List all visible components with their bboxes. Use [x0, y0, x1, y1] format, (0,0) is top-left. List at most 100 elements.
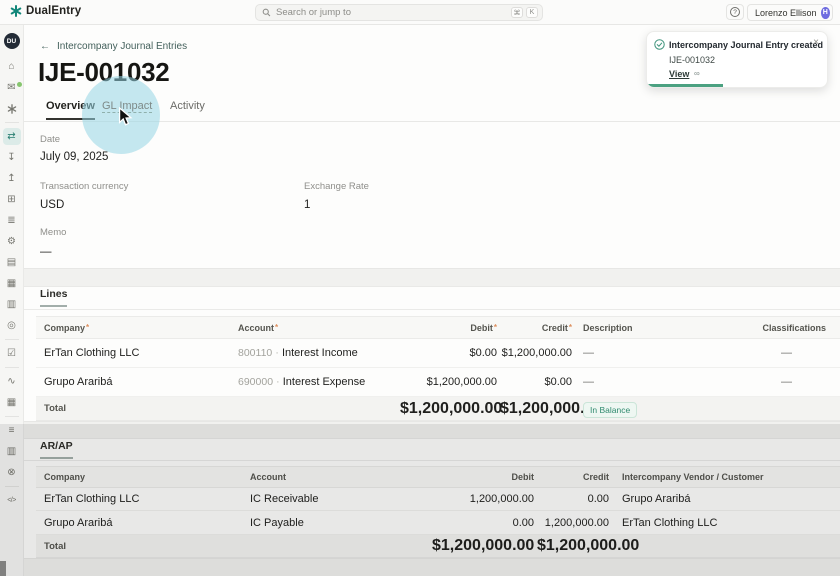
- calendar-icon[interactable]: ▦: [3, 394, 21, 411]
- code-icon[interactable]: </>: [3, 492, 21, 509]
- tab-gl-impact[interactable]: GL Impact: [102, 100, 152, 113]
- main-content: ← Intercompany Journal Entries IJE-00103…: [24, 25, 840, 576]
- chart-icon[interactable]: ∿: [3, 373, 21, 390]
- lines-table-header: Company* Account* Debit* Credit* Descrip…: [36, 316, 840, 339]
- shortcut-key-k: K: [526, 7, 538, 18]
- tasks-checkbox-icon[interactable]: ☑: [3, 345, 21, 362]
- workspace-avatar[interactable]: DU: [4, 33, 20, 49]
- company-cell: Grupo Araribá: [36, 376, 230, 388]
- camera-icon[interactable]: ◎: [3, 317, 21, 334]
- notification-dot: [17, 82, 22, 87]
- sidebar-divider: [5, 122, 19, 123]
- col-account: Account*: [230, 323, 400, 333]
- total-label: Total: [36, 541, 242, 552]
- breadcrumb[interactable]: ← Intercompany Journal Entries: [40, 41, 187, 52]
- search-input[interactable]: Search or jump to ⌘ K: [255, 4, 543, 21]
- toast-title: Intercompany Journal Entry created: [669, 40, 823, 50]
- status-badge: In Balance: [583, 402, 637, 418]
- sidebar-divider: [5, 416, 19, 417]
- book-icon[interactable]: ▥: [3, 443, 21, 460]
- layers-icon[interactable]: ≣: [3, 212, 21, 229]
- table-row[interactable]: ErTan Clothing LLC IC Receivable 1,200,0…: [36, 488, 840, 511]
- download-icon[interactable]: ↧: [3, 149, 21, 166]
- back-arrow-icon[interactable]: ←: [40, 41, 50, 52]
- search-icon: [262, 8, 271, 17]
- exchange-rate-label: Exchange Rate: [304, 181, 369, 192]
- currency-label: Transaction currency: [40, 181, 128, 192]
- arap-section-title[interactable]: AR/AP: [40, 440, 73, 459]
- col-debit: Debit: [432, 472, 537, 482]
- total-label: Total: [36, 403, 230, 414]
- toast-notification: Intercompany Journal Entry created × IJE…: [646, 31, 828, 88]
- apps-grid-icon[interactable]: ⊞: [3, 191, 21, 208]
- toast-progress-bar: [647, 84, 723, 87]
- inbox-icon[interactable]: ✉: [3, 79, 21, 96]
- company-cell: Grupo Araribá: [36, 517, 242, 529]
- upload-icon[interactable]: ↥: [3, 170, 21, 187]
- table-row[interactable]: Grupo Araribá 690000·Interest Expense $1…: [36, 368, 840, 397]
- total-credit: $1,200,000.00: [537, 537, 612, 555]
- logo-asterisk-icon: [10, 5, 22, 17]
- clipboard-icon[interactable]: ▥: [3, 296, 21, 313]
- table-row[interactable]: Grupo Araribá IC Payable 0.00 1,200,000.…: [36, 511, 840, 535]
- folder-icon[interactable]: ▤: [3, 254, 21, 271]
- company-cell: ErTan Clothing LLC: [36, 347, 230, 359]
- lines-section-title[interactable]: Lines: [40, 288, 67, 307]
- user-menu-button[interactable]: Lorenzo Ellison H: [747, 4, 833, 21]
- tab-overview[interactable]: Overview: [46, 100, 95, 120]
- sidebar: DU ⌂ ✉ ⇄ ↧ ↥ ⊞ ≣ ⚙ ▤ ▦ ▥ ◎ ☑ ∿ ▦ ≡ ▥ ⊗ <…: [0, 25, 24, 576]
- debit-cell: 1,200,000.00: [432, 493, 537, 505]
- required-marker: *: [86, 323, 89, 332]
- table-row[interactable]: ErTan Clothing LLC 800110·Interest Incom…: [36, 339, 840, 368]
- ai-sparkle-icon[interactable]: [3, 100, 21, 117]
- sidebar-divider: [5, 367, 19, 368]
- col-vendor: Intercompany Vendor / Customer: [612, 472, 840, 482]
- account-cell: IC Receivable: [242, 493, 432, 505]
- gear-icon[interactable]: ⚙: [3, 233, 21, 250]
- top-bar: DualEntry Search or jump to ⌘ K ? Lorenz…: [0, 0, 840, 25]
- inbox-glyph: ✉: [7, 82, 15, 93]
- sidebar-divider: [5, 339, 19, 340]
- vendor-cell: Grupo Araribá: [612, 493, 840, 505]
- sidebar-item-intercompany[interactable]: ⇄: [3, 128, 21, 145]
- sliders-icon[interactable]: ≡: [3, 422, 21, 439]
- section-separator: [24, 268, 840, 287]
- close-icon[interactable]: ×: [813, 37, 819, 48]
- credit-cell: $0.00: [500, 376, 575, 388]
- app-logo[interactable]: DualEntry: [10, 5, 81, 17]
- arap-table-header: Company Account Debit Credit Intercompan…: [36, 466, 840, 488]
- sidebar-divider: [5, 486, 19, 487]
- breadcrumb-label[interactable]: Intercompany Journal Entries: [57, 41, 187, 52]
- arap-total-row: Total $1,200,000.00 $1,200,000.00: [36, 535, 840, 558]
- col-credit: Credit*: [500, 323, 575, 333]
- total-debit: $1,200,000.00: [432, 537, 537, 555]
- description-cell: —: [575, 376, 735, 388]
- help-button[interactable]: ?: [726, 4, 744, 20]
- briefcase-icon[interactable]: ▦: [3, 275, 21, 292]
- home-icon[interactable]: ⌂: [3, 58, 21, 75]
- col-debit: Debit*: [400, 323, 500, 333]
- total-debit: $1,200,000.00: [400, 400, 500, 418]
- currency-value: USD: [40, 199, 64, 211]
- credit-cell: $1,200,000.00: [500, 347, 575, 359]
- account-cell: IC Payable: [242, 517, 432, 529]
- credit-cell: 1,200,000.00: [537, 517, 612, 529]
- memo-value: —: [40, 246, 52, 258]
- account-cell: 690000·Interest Expense: [230, 376, 400, 388]
- question-icon: ?: [730, 7, 740, 17]
- vendor-cell: ErTan Clothing LLC: [612, 517, 840, 529]
- memo-label: Memo: [40, 227, 66, 238]
- total-credit: $1,200,000.00: [500, 400, 575, 418]
- debit-cell: 0.00: [432, 517, 537, 529]
- col-classifications: Classifications: [735, 323, 840, 333]
- account-cell: 800110·Interest Income: [230, 347, 400, 359]
- tab-activity[interactable]: Activity: [170, 100, 205, 112]
- classifications-cell: —: [735, 376, 840, 388]
- debit-cell: $1,200,000.00: [400, 376, 500, 388]
- credit-cell: 0.00: [537, 493, 612, 505]
- bottom-separator: [24, 558, 840, 576]
- col-company: Company: [36, 472, 242, 482]
- view-link[interactable]: View: [669, 69, 689, 79]
- search-placeholder: Search or jump to: [276, 7, 508, 18]
- cancel-circle-icon[interactable]: ⊗: [3, 464, 21, 481]
